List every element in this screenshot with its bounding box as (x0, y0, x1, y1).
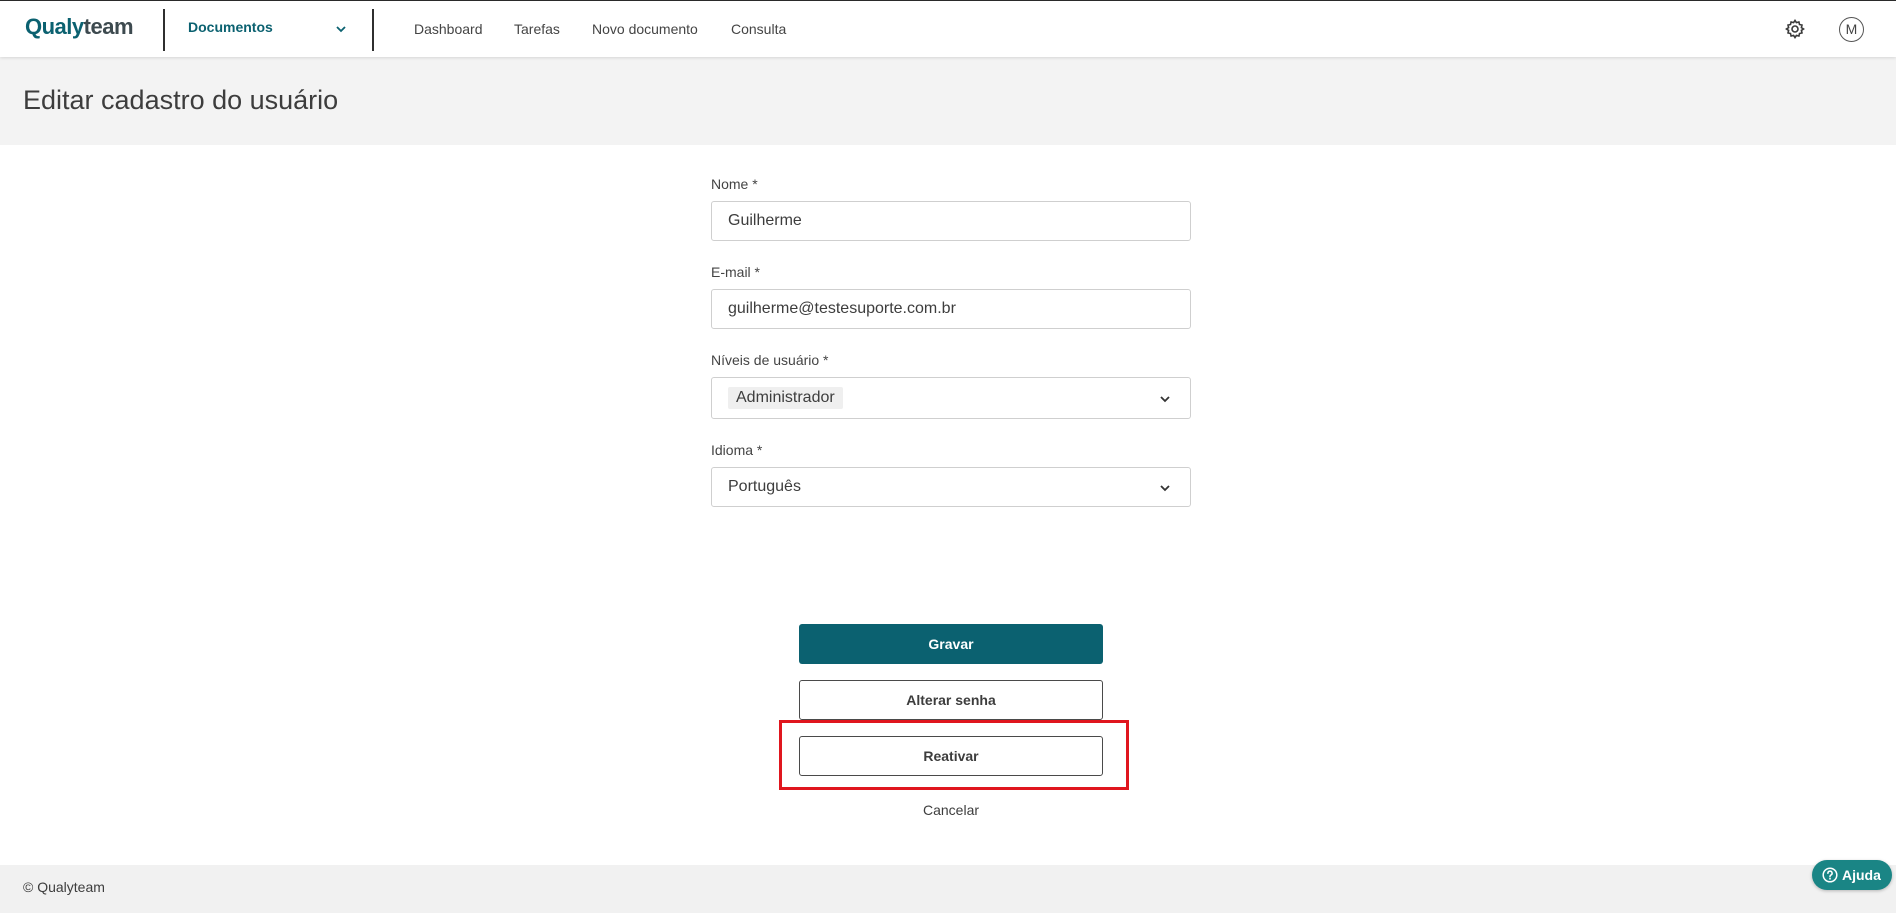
chevron-down-icon (336, 26, 346, 33)
user-levels-select[interactable]: Administrador (711, 377, 1191, 419)
nav-link-dashboard[interactable]: Dashboard (414, 21, 483, 37)
help-label: Ajuda (1842, 867, 1881, 883)
gear-icon[interactable] (1783, 17, 1807, 41)
module-selector[interactable]: Documentos (188, 19, 348, 41)
cancel-link[interactable]: Cancelar (799, 802, 1103, 818)
language-label: Idioma * (711, 442, 763, 458)
language-value: Português (728, 478, 801, 495)
email-input[interactable] (712, 290, 1190, 328)
email-field[interactable] (711, 289, 1191, 329)
nav-divider (163, 9, 165, 51)
user-levels-label: Níveis de usuário * (711, 352, 829, 368)
question-circle-icon (1822, 867, 1838, 883)
nav-link-novo-documento[interactable]: Novo documento (592, 21, 698, 37)
logo-text-part1: Qualy (25, 14, 84, 39)
reactivate-button[interactable]: Reativar (799, 736, 1103, 776)
top-navbar: Qualyteam Documentos Dashboard Tarefas N… (0, 0, 1896, 57)
module-selector-label: Documentos (188, 19, 273, 35)
email-label: E-mail * (711, 264, 761, 280)
change-password-button[interactable]: Alterar senha (799, 680, 1103, 720)
name-label: Nome * (711, 176, 758, 192)
footer-copyright: © Qualyteam (23, 879, 105, 895)
user-avatar[interactable]: M (1839, 17, 1864, 42)
qualyteam-logo[interactable]: Qualyteam (25, 14, 134, 40)
name-input[interactable] (712, 202, 1190, 240)
chevron-down-icon[interactable] (1158, 392, 1172, 406)
footer: © Qualyteam (0, 865, 1896, 913)
name-field[interactable] (711, 201, 1191, 241)
logo-text-part2: team (83, 14, 134, 39)
page-header: Editar cadastro do usuário (0, 57, 1896, 145)
help-button[interactable]: Ajuda (1812, 860, 1892, 890)
user-level-chip[interactable]: Administrador (728, 387, 843, 409)
language-select[interactable]: Português (711, 467, 1191, 507)
nav-link-consulta[interactable]: Consulta (731, 21, 786, 37)
nav-link-tarefas[interactable]: Tarefas (514, 21, 560, 37)
page-title: Editar cadastro do usuário (23, 85, 339, 115)
nav-divider (372, 9, 374, 51)
save-button[interactable]: Gravar (799, 624, 1103, 664)
chevron-down-icon[interactable] (1158, 481, 1172, 495)
